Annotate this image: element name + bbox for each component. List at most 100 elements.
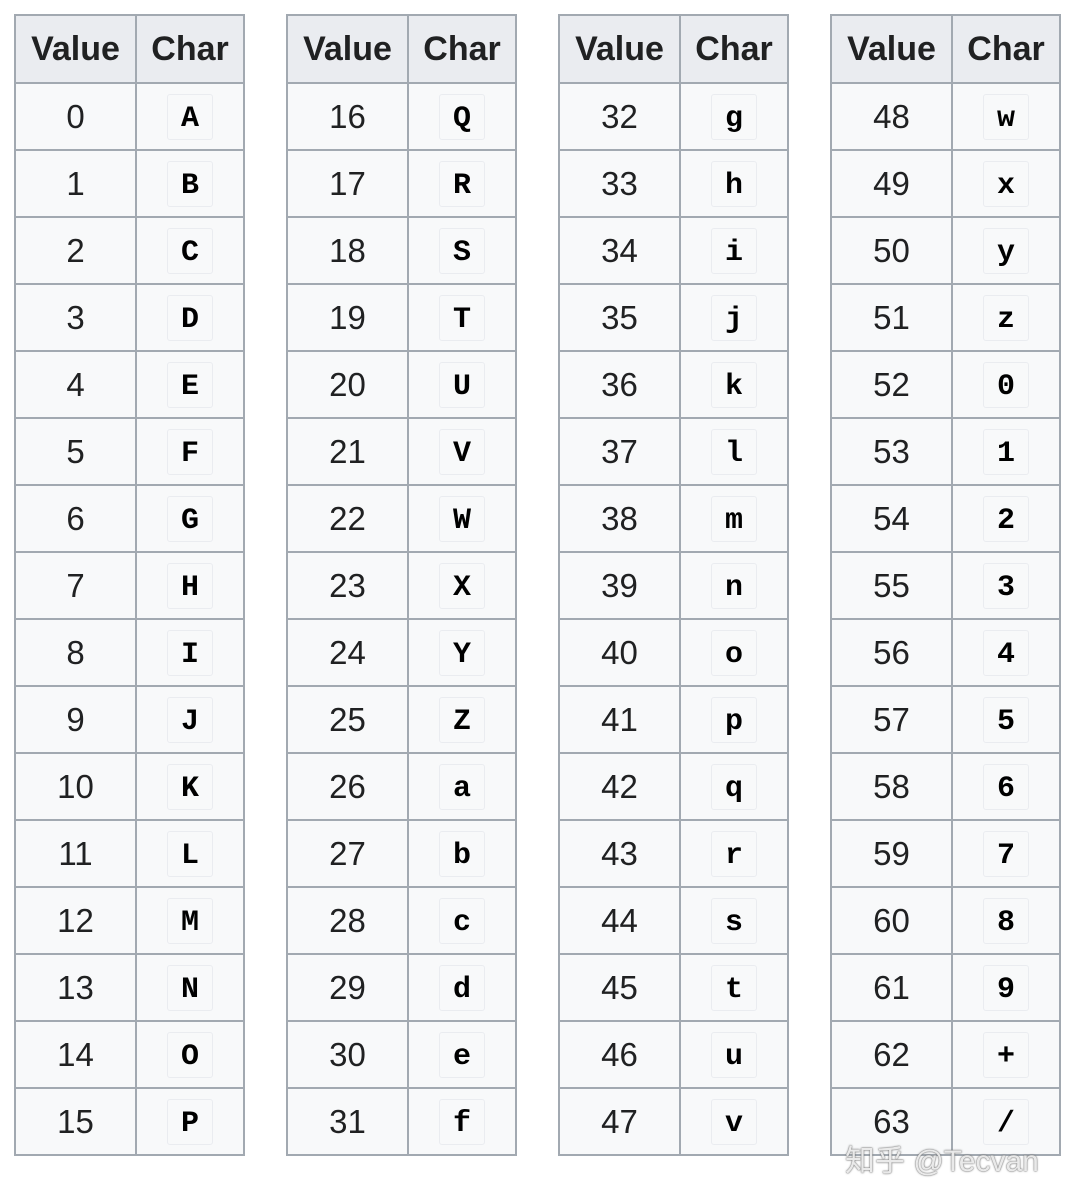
value-cell: 22	[286, 484, 409, 553]
char-cell: 4	[951, 618, 1061, 687]
char-code: P	[167, 1098, 213, 1145]
char-header: Char	[951, 14, 1061, 84]
table-row: 53 1	[830, 417, 1061, 486]
char-code: H	[167, 562, 213, 609]
value-header: Value	[286, 14, 409, 84]
table-row: 25 Z	[286, 685, 517, 754]
char-cell: j	[679, 283, 789, 352]
value-cell: 62	[830, 1020, 953, 1089]
table-row: 15 P	[14, 1087, 245, 1156]
char-code: /	[983, 1098, 1029, 1145]
char-code: w	[983, 93, 1029, 140]
char-cell: /	[951, 1087, 1061, 1156]
table-row: 49 x	[830, 149, 1061, 218]
table-row: 34 i	[558, 216, 789, 285]
char-cell: A	[135, 82, 245, 151]
table-row: 45 t	[558, 953, 789, 1022]
base64-table-1: Value Char 0 A 1 B 2 C 3 D 4 E 5 F 6 G 7 H 8 I 9 J 10 K 11 L 12 M 13…	[14, 14, 245, 1156]
table-row: 26 a	[286, 752, 517, 821]
char-code: y	[983, 227, 1029, 274]
char-code: F	[167, 428, 213, 475]
table-row: 10 K	[14, 752, 245, 821]
header-row: Value Char	[14, 14, 245, 84]
value-cell: 14	[14, 1020, 137, 1089]
value-cell: 12	[14, 886, 137, 955]
char-cell: h	[679, 149, 789, 218]
value-cell: 50	[830, 216, 953, 285]
char-code: I	[167, 629, 213, 676]
table-row: 17 R	[286, 149, 517, 218]
value-cell: 59	[830, 819, 953, 888]
char-code: G	[167, 495, 213, 542]
value-cell: 15	[14, 1087, 137, 1156]
table-row: 28 c	[286, 886, 517, 955]
char-code: 0	[983, 361, 1029, 408]
char-code: B	[167, 160, 213, 207]
char-code: h	[711, 160, 757, 207]
value-cell: 6	[14, 484, 137, 553]
value-cell: 8	[14, 618, 137, 687]
table-row: 50 y	[830, 216, 1061, 285]
char-cell: C	[135, 216, 245, 285]
char-code: t	[711, 964, 757, 1011]
table-row: 48 w	[830, 82, 1061, 151]
char-cell: u	[679, 1020, 789, 1089]
value-cell: 20	[286, 350, 409, 419]
table-row: 7H	[14, 551, 245, 620]
value-cell: 51	[830, 283, 953, 352]
table-row: 11 L	[14, 819, 245, 888]
char-code: C	[167, 227, 213, 274]
char-cell: V	[407, 417, 517, 486]
value-cell: 46	[558, 1020, 681, 1089]
table-row: 18 S	[286, 216, 517, 285]
char-code: n	[711, 562, 757, 609]
value-cell: 52	[830, 350, 953, 419]
table-row: 60 8	[830, 886, 1061, 955]
char-code: q	[711, 763, 757, 810]
header-row: Value Char	[286, 14, 517, 84]
char-code: p	[711, 696, 757, 743]
value-cell: 3	[14, 283, 137, 352]
value-cell: 54	[830, 484, 953, 553]
char-code: j	[711, 294, 757, 341]
char-code: Y	[439, 629, 485, 676]
char-cell: t	[679, 953, 789, 1022]
char-cell: b	[407, 819, 517, 888]
table-row: 47 v	[558, 1087, 789, 1156]
char-cell: E	[135, 350, 245, 419]
value-cell: 41	[558, 685, 681, 754]
char-code: S	[439, 227, 485, 274]
char-cell: y	[951, 216, 1061, 285]
table-row: 13 N	[14, 953, 245, 1022]
table-row: 35 j	[558, 283, 789, 352]
table-row: 63 /	[830, 1087, 1061, 1156]
value-cell: 24	[286, 618, 409, 687]
char-cell: 8	[951, 886, 1061, 955]
value-cell: 25	[286, 685, 409, 754]
char-code: J	[167, 696, 213, 743]
table-row: 29 d	[286, 953, 517, 1022]
char-code: 7	[983, 830, 1029, 877]
value-cell: 29	[286, 953, 409, 1022]
char-code: 4	[983, 629, 1029, 676]
char-code: 3	[983, 562, 1029, 609]
value-cell: 57	[830, 685, 953, 754]
char-cell: r	[679, 819, 789, 888]
char-cell: x	[951, 149, 1061, 218]
table-row: 12 M	[14, 886, 245, 955]
base64-table-3: Value Char 32 g 33 h 34 i 35 j 36 k 37 l 38 m 39 n 40 o 41 p 4…	[558, 14, 789, 1156]
char-code: X	[439, 562, 485, 609]
value-cell: 18	[286, 216, 409, 285]
char-cell: 1	[951, 417, 1061, 486]
char-header: Char	[135, 14, 245, 84]
char-cell: m	[679, 484, 789, 553]
char-code: d	[439, 964, 485, 1011]
char-cell: i	[679, 216, 789, 285]
table-row: 58 6	[830, 752, 1061, 821]
char-cell: l	[679, 417, 789, 486]
value-cell: 60	[830, 886, 953, 955]
table-row: 46 u	[558, 1020, 789, 1089]
value-header: Value	[558, 14, 681, 84]
char-cell: O	[135, 1020, 245, 1089]
char-code: z	[983, 294, 1029, 341]
